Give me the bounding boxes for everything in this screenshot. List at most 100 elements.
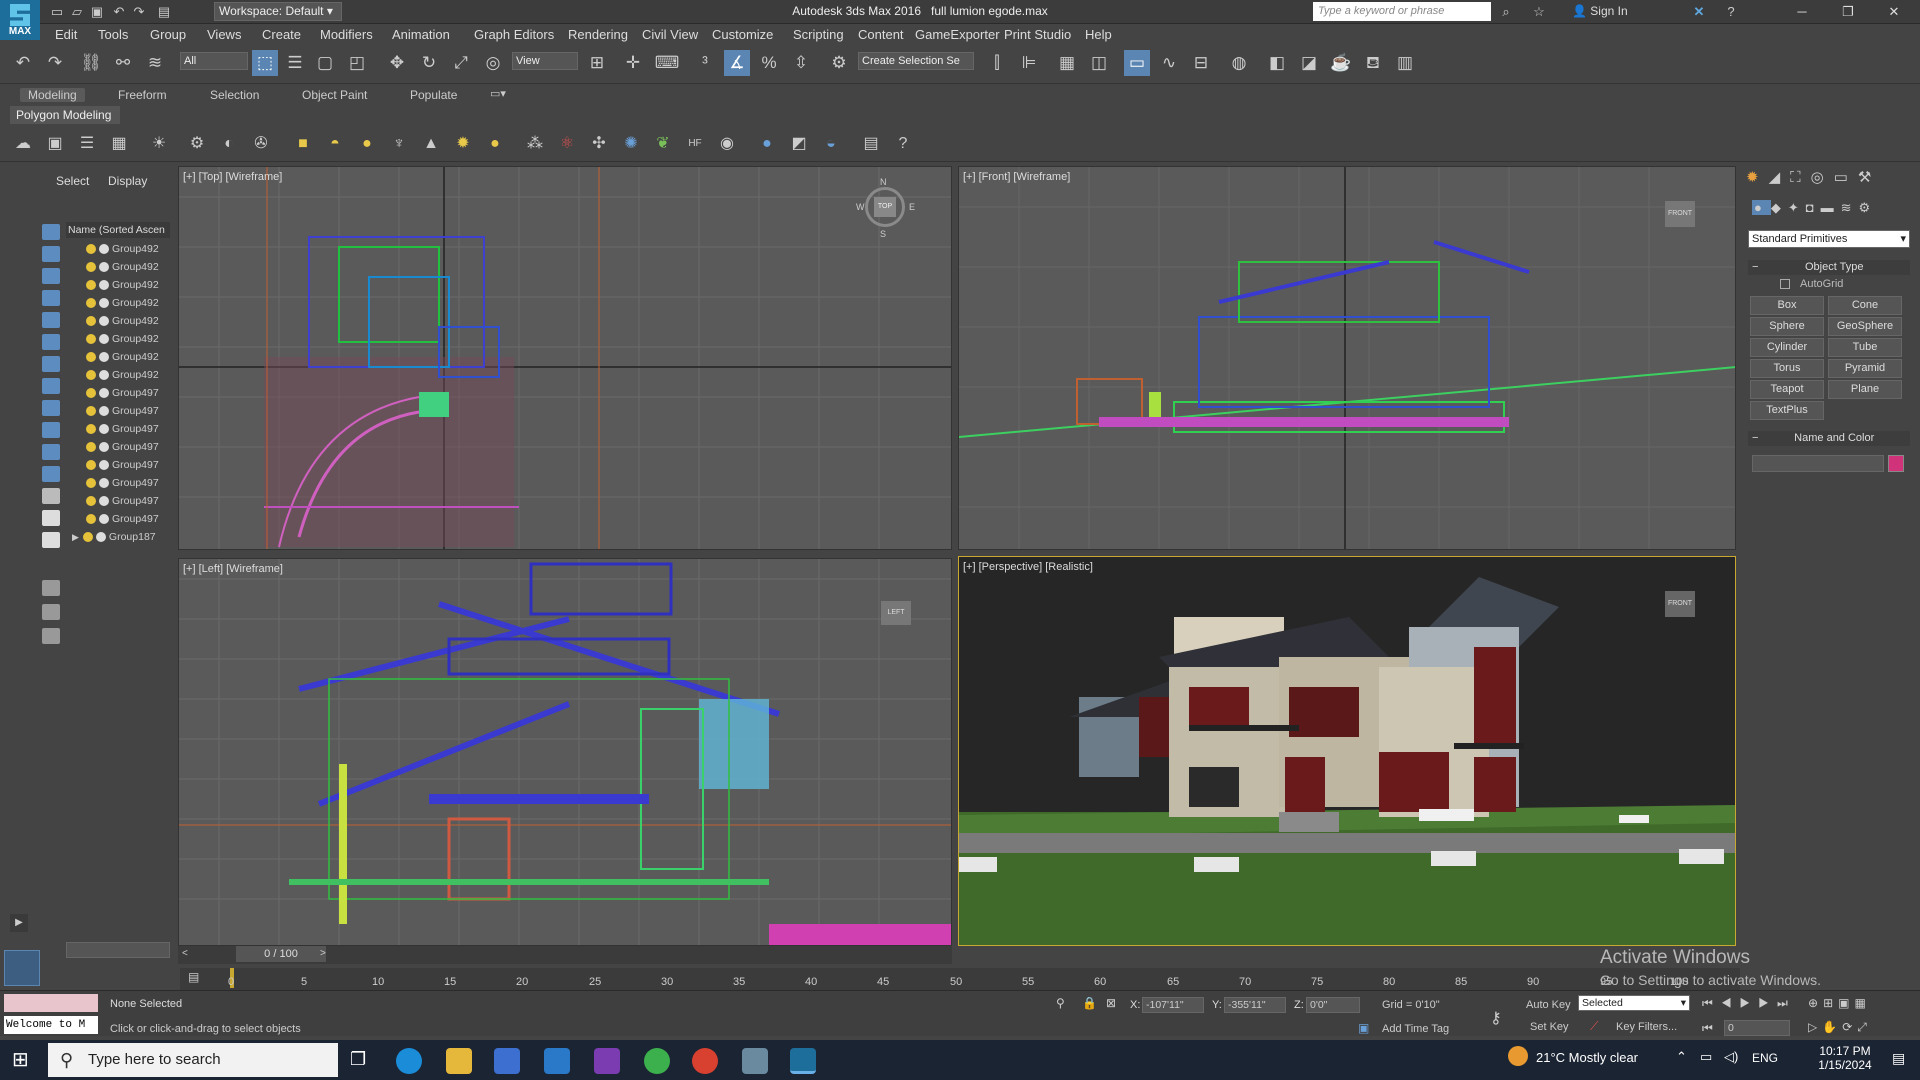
edge-icon[interactable] [396,1048,422,1074]
cameras-icon[interactable]: ◘ [1806,200,1821,215]
next-frame-icon[interactable]: ▶ [1758,996,1777,1010]
light-bulb-icon[interactable] [86,370,96,381]
menu-customize[interactable]: Customize [712,27,773,42]
modify-tab-icon[interactable]: ◢ [1769,169,1791,186]
list-item[interactable]: Group497 [86,420,159,438]
menu-group[interactable]: Group [150,27,186,42]
light-bulb-icon[interactable] [86,442,96,453]
list-item[interactable]: Group492 [86,330,159,348]
curve-editor-icon[interactable]: ∿ [1156,50,1182,76]
maxscript-listener-pink[interactable] [4,994,98,1012]
light-bulb-icon[interactable] [82,532,93,543]
key-filters-button[interactable]: Key Filters... [1616,1021,1677,1033]
binoculars-icon[interactable]: ⌕ [1497,3,1515,21]
primitive-category-dropdown[interactable]: Standard Primitives ▾ [1748,230,1910,248]
language-indicator[interactable]: ENG [1752,1051,1778,1065]
display-geometry-icon[interactable] [42,224,60,240]
place-icon[interactable]: ◎ [480,50,506,76]
chrome-icon[interactable] [692,1048,718,1074]
horizontal-scrollbar[interactable] [66,942,170,958]
window-crossing-icon[interactable]: ◰ [344,50,370,76]
tab-modeling[interactable]: Modeling [20,88,85,102]
light-bulb-icon[interactable] [86,262,96,273]
list-item[interactable]: Group497 [86,384,159,402]
hair-icon[interactable]: HF [684,133,706,155]
visibility-icon[interactable] [99,334,109,345]
tab-populate[interactable]: Populate [410,88,457,102]
menu-print-studio[interactable]: Print Studio [1004,27,1071,42]
visibility-icon[interactable] [99,514,109,525]
angle-snap-icon[interactable]: ∡ [724,50,750,76]
material-sphere-icon[interactable]: ● [756,133,778,155]
viewport-navigation-controls-2[interactable]: ▷✋⟳⤢ [1808,1020,1916,1035]
scene-icon[interactable]: ▣ [44,133,66,155]
light-bulb-icon[interactable] [86,460,96,471]
maximize-viewport-icon[interactable]: ⤢ [1857,1020,1872,1034]
bones-icon[interactable]: ✣ [588,133,610,155]
plane-button[interactable]: Plane [1828,380,1902,399]
teapot-button[interactable]: Teapot [1750,380,1824,399]
menu-gameexporter[interactable]: GameExporter [915,27,1000,42]
tube-button[interactable]: Tube [1828,338,1902,357]
ribbon-options-icon[interactable]: ▭▾ [490,87,506,100]
box-primitive-icon[interactable]: ■ [292,133,314,155]
light-bulb-icon[interactable] [86,424,96,435]
list-item[interactable]: ▶ Group187 [72,528,156,546]
list-icon[interactable]: ☰ [76,133,98,155]
zoom-icon[interactable]: ⊕ [1808,996,1823,1010]
object-name-input[interactable] [1752,455,1884,472]
display-frozen-icon[interactable] [42,444,60,460]
spacewarps-icon[interactable]: ≋ [1841,200,1859,215]
display-hidden-icon[interactable] [42,466,60,482]
play-icon[interactable]: ▶ [1740,996,1759,1010]
previous-frame-icon[interactable]: ◀ [1721,996,1740,1010]
list-item[interactable]: Group497 [86,402,159,420]
add-time-tag[interactable]: Add Time Tag [1382,1023,1449,1035]
display-all-icon[interactable] [42,488,60,504]
current-frame-input[interactable]: 0 [1724,1020,1790,1036]
reference-coord-dropdown[interactable]: View [512,52,578,70]
network-icon[interactable]: ▭ [1700,1049,1712,1065]
help-icon[interactable]: ? [1722,3,1740,21]
task-view-icon[interactable]: ❐ [350,1049,366,1070]
grid-view-icon[interactable]: ▦ [108,133,130,155]
unlink-icon[interactable]: ⚯ [110,50,136,76]
list-item[interactable]: Group492 [86,258,159,276]
green-app-icon[interactable] [644,1048,670,1074]
help-search-input[interactable]: Type a keyword or phrase [1313,2,1491,21]
menu-edit[interactable]: Edit [55,27,77,42]
notification-icon[interactable]: ▤ [1892,1050,1905,1067]
time-slider-thumb[interactable]: 0 / 100 [236,946,326,962]
viewport-label[interactable]: [+] [Perspective] [Realistic] [963,561,1093,573]
undo-icon[interactable]: ↶ [10,50,36,76]
y-coordinate-input[interactable]: -355'11" [1224,997,1286,1013]
mail-icon[interactable] [544,1048,570,1074]
geosphere-button[interactable]: GeoSphere [1828,317,1902,336]
create-category-icons[interactable]: ● ◆✦◘▬≋⚙ [1752,200,1916,218]
taskbar-search-input[interactable]: Type here to search [48,1043,338,1077]
redo-icon[interactable]: ↷ [130,3,148,21]
volume-icon[interactable]: ◁) [1724,1049,1738,1065]
pan-icon[interactable]: ✋ [1822,1020,1842,1034]
field-of-view-icon[interactable]: ▷ [1808,1020,1822,1034]
tab-select[interactable]: Select [56,174,89,188]
weather-icon[interactable] [1508,1046,1528,1066]
app-icon[interactable] [742,1048,768,1074]
viewport-left[interactable]: [+] [Left] [Wireframe] LEFT [178,558,952,946]
material-editor-icon[interactable]: ◍ [1226,50,1252,76]
cone-icon[interactable]: ▲ [420,133,442,155]
render-teapot-icon[interactable]: ◒ [820,133,842,155]
textplus-button[interactable]: TextPlus [1750,401,1824,420]
select-by-name-icon[interactable]: ☰ [282,50,308,76]
visibility-icon[interactable] [99,460,109,471]
tab-selection[interactable]: Selection [210,88,259,102]
visibility-icon[interactable] [99,442,109,453]
spinner-snap-icon[interactable]: ⇳ [788,50,814,76]
atoms-icon[interactable]: ⚛ [556,133,578,155]
redo-icon[interactable]: ↷ [42,50,68,76]
zoom-extents-all-icon[interactable]: ▦ [1854,996,1870,1010]
layout-icon[interactable] [4,950,40,986]
scale-icon[interactable]: ⤢ [448,50,474,76]
foliage-icon[interactable]: ❦ [652,133,674,155]
skylight-icon[interactable]: ● [484,133,506,155]
